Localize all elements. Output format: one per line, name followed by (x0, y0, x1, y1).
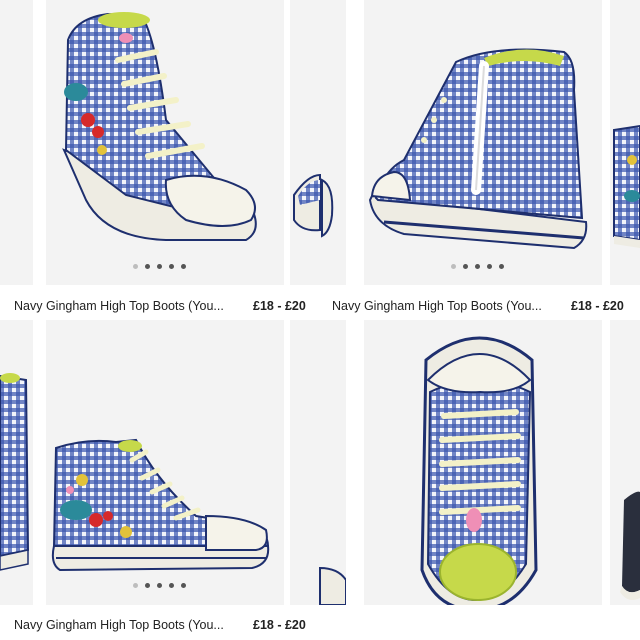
shoe-image (0, 373, 30, 571)
product-title[interactable]: Navy Gingham High Top Boots (You... (332, 299, 542, 313)
pagination-dots[interactable] (451, 264, 504, 269)
pagination-dot[interactable] (157, 264, 162, 269)
pagination-dot[interactable] (475, 264, 480, 269)
shoe-image (319, 566, 346, 605)
product-image-4[interactable] (364, 320, 602, 605)
shoe-image (620, 491, 640, 600)
product-image-partial-bottom[interactable] (290, 320, 346, 605)
product-image-3[interactable] (46, 320, 284, 605)
product-image-1[interactable] (46, 0, 284, 285)
product-image-edge-right-top[interactable] (610, 0, 640, 285)
pagination-dot[interactable] (181, 583, 186, 588)
product-price: £18 - £20 (571, 299, 624, 313)
pagination-dot[interactable] (157, 583, 162, 588)
pagination-dot[interactable] (133, 264, 138, 269)
product-image-edge-left-bottom[interactable] (0, 320, 33, 605)
shoe-image (62, 12, 257, 241)
pagination-dot[interactable] (145, 583, 150, 588)
shoe-image (368, 48, 588, 250)
pagination-dot[interactable] (145, 264, 150, 269)
shoe-image (51, 438, 270, 572)
shoe-image (613, 124, 640, 248)
shoe-image (293, 173, 334, 238)
product-price: £18 - £20 (253, 618, 306, 632)
shoe-image (420, 336, 538, 605)
product-title[interactable]: Navy Gingham High Top Boots (You... (14, 618, 224, 632)
product-price: £18 - £20 (253, 299, 306, 313)
pagination-dot[interactable] (487, 264, 492, 269)
pagination-dot[interactable] (463, 264, 468, 269)
pagination-dot[interactable] (169, 264, 174, 269)
pagination-dot[interactable] (169, 583, 174, 588)
product-image-2[interactable] (364, 0, 602, 285)
pagination-dot[interactable] (181, 264, 186, 269)
product-image-edge-right-bottom[interactable] (610, 320, 640, 605)
product-image-partial-top[interactable] (290, 0, 346, 285)
pagination-dot[interactable] (133, 583, 138, 588)
pagination-dot[interactable] (451, 264, 456, 269)
product-image-edge-left-top[interactable] (0, 0, 33, 285)
product-title[interactable]: Navy Gingham High Top Boots (You... (14, 299, 224, 313)
pagination-dots[interactable] (133, 264, 186, 269)
pagination-dot[interactable] (499, 264, 504, 269)
pagination-dots[interactable] (133, 583, 186, 588)
